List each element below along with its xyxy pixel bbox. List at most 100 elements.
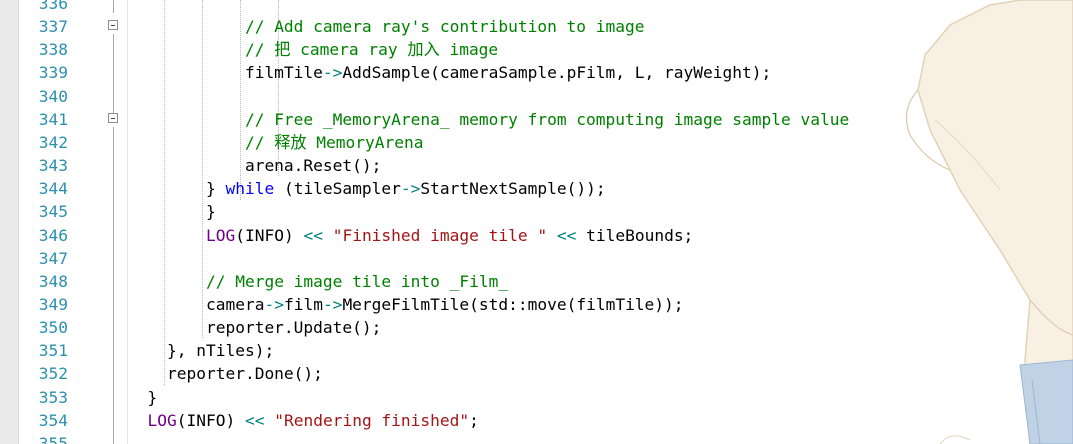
- code-token-keyword: while: [225, 179, 275, 199]
- line-number: 351: [38, 341, 68, 361]
- line-number: 352: [38, 364, 68, 384]
- code-token-plain: reporter.Update();: [128, 318, 382, 338]
- code-line[interactable]: 349 camera->film->MergeFilmTile(std::mov…: [0, 293, 1073, 316]
- line-number: 345: [38, 202, 68, 222]
- line-number: 350: [38, 318, 68, 338]
- code-token-comment: // Merge image tile into _Film_: [205, 271, 509, 291]
- code-line[interactable]: 353 }: [0, 386, 1073, 409]
- code-text: }, nTiles);: [128, 339, 274, 362]
- code-line[interactable]: 341 // Free _MemoryArena_ memory from co…: [0, 108, 1073, 131]
- code-token-macro: LOG: [205, 225, 236, 245]
- code-text: LOG(INFO) << "Rendering finished";: [128, 409, 479, 432]
- code-line[interactable]: 345 }: [0, 200, 1073, 223]
- code-text: camera->film->MergeFilmTile(std::move(fi…: [128, 293, 684, 316]
- line-number: 338: [38, 40, 68, 60]
- code-token-plain: camera: [128, 294, 265, 314]
- collapse-icon[interactable]: [108, 20, 118, 31]
- code-text: // Add camera ray's contribution to imag…: [128, 15, 645, 38]
- code-token-plain: filmTile: [128, 63, 323, 83]
- code-token-string: "Rendering finished": [274, 410, 470, 430]
- line-number: 344: [38, 179, 68, 199]
- line-number: 348: [38, 271, 68, 291]
- line-number: 346: [38, 225, 68, 245]
- line-number: 354: [38, 410, 68, 430]
- line-number: 343: [38, 156, 68, 176]
- code-text: arena.Reset();: [128, 154, 381, 177]
- code-text: reporter.Done();: [128, 362, 323, 385]
- code-line[interactable]: 336: [0, 0, 1073, 15]
- code-line[interactable]: 340: [0, 85, 1073, 108]
- code-text: // 把 camera ray 加入 image: [128, 38, 498, 61]
- code-line[interactable]: 355: [0, 432, 1073, 444]
- code-token-op: <<: [244, 410, 265, 430]
- code-token-macro: LOG: [147, 410, 177, 430]
- collapse-icon[interactable]: [108, 112, 118, 123]
- line-number: 336: [38, 0, 68, 13]
- code-token-plain: (tileSampler: [274, 179, 401, 199]
- code-token-plain: }, nTiles);: [128, 341, 275, 361]
- code-editor[interactable]: 336 337 // Add camera ray's contribution …: [0, 0, 1073, 444]
- code-text: // 释放 MemoryArena: [128, 131, 424, 154]
- code-text: } while (tileSampler->StartNextSample())…: [128, 177, 606, 200]
- code-token-plain: (INFO): [235, 225, 304, 245]
- code-token-op: <<: [303, 225, 323, 245]
- code-line[interactable]: 339 filmTile->AddSample(cameraSample.pFi…: [0, 61, 1073, 84]
- code-token-op: ->: [400, 179, 421, 199]
- code-line[interactable]: 354 LOG(INFO) << "Rendering finished";: [0, 409, 1073, 432]
- code-line[interactable]: 351 }, nTiles);: [0, 339, 1073, 362]
- line-number: 342: [38, 132, 68, 152]
- line-number: 349: [38, 294, 68, 314]
- code-token-op: ->: [322, 294, 343, 314]
- code-text: filmTile->AddSample(cameraSample.pFilm, …: [128, 61, 771, 84]
- code-line[interactable]: 338 // 把 camera ray 加入 image: [0, 38, 1073, 61]
- code-line[interactable]: 347: [0, 247, 1073, 270]
- code-token-comment: // Free _MemoryArena_ memory from comput…: [244, 109, 850, 129]
- code-line[interactable]: 348 // Merge image tile into _Film_: [0, 270, 1073, 293]
- code-line[interactable]: 342 // 释放 MemoryArena: [0, 131, 1073, 154]
- code-token-string: "Finished image tile ": [332, 225, 548, 245]
- code-token-comment: // 把 camera ray 加入 image: [244, 40, 499, 60]
- code-token-plain: tileBounds;: [576, 225, 694, 245]
- code-text: LOG(INFO) << "Finished image tile " << t…: [128, 224, 693, 247]
- code-line[interactable]: 344 } while (tileSampler->StartNextSampl…: [0, 177, 1073, 200]
- code-line[interactable]: 350 reporter.Update();: [0, 316, 1073, 339]
- code-token-comment: // 释放 MemoryArena: [244, 132, 424, 152]
- line-number: 353: [38, 387, 68, 407]
- code-token-plain: reporter.Done();: [128, 364, 323, 384]
- code-token-plain: }: [128, 202, 216, 222]
- code-token-plain: }: [128, 387, 158, 407]
- code-line[interactable]: 346 LOG(INFO) << "Finished image tile " …: [0, 224, 1073, 247]
- code-token-plain: AddSample(cameraSample.pFilm, L, rayWeig…: [342, 63, 772, 83]
- code-token-plain: (INFO): [176, 410, 245, 430]
- code-line[interactable]: 337 // Add camera ray's contribution to …: [0, 15, 1073, 38]
- code-text: // Free _MemoryArena_ memory from comput…: [128, 108, 849, 131]
- code-token-plain: arena.Reset();: [128, 156, 382, 176]
- code-token-plain: StartNextSample());: [420, 179, 606, 199]
- code-token-plain: ;: [469, 410, 479, 430]
- line-number: 341: [38, 109, 68, 129]
- code-token-plain: }: [128, 179, 226, 199]
- code-token-op: ->: [264, 294, 284, 314]
- code-line[interactable]: 343 arena.Reset();: [0, 154, 1073, 177]
- code-token-comment: // Add camera ray's contribution to imag…: [244, 17, 645, 37]
- code-line[interactable]: 352 reporter.Done();: [0, 362, 1073, 385]
- line-number: 339: [38, 63, 68, 83]
- line-number: 355: [38, 433, 68, 444]
- line-number: 337: [38, 17, 68, 37]
- code-token-plain: film: [283, 294, 323, 314]
- line-number: 347: [38, 248, 68, 268]
- code-token-plain: MergeFilmTile(std::move(filmTile));: [342, 294, 684, 314]
- code-text: }: [128, 386, 157, 409]
- code-text: // Merge image tile into _Film_: [128, 270, 508, 293]
- code-token-op: <<: [556, 225, 577, 245]
